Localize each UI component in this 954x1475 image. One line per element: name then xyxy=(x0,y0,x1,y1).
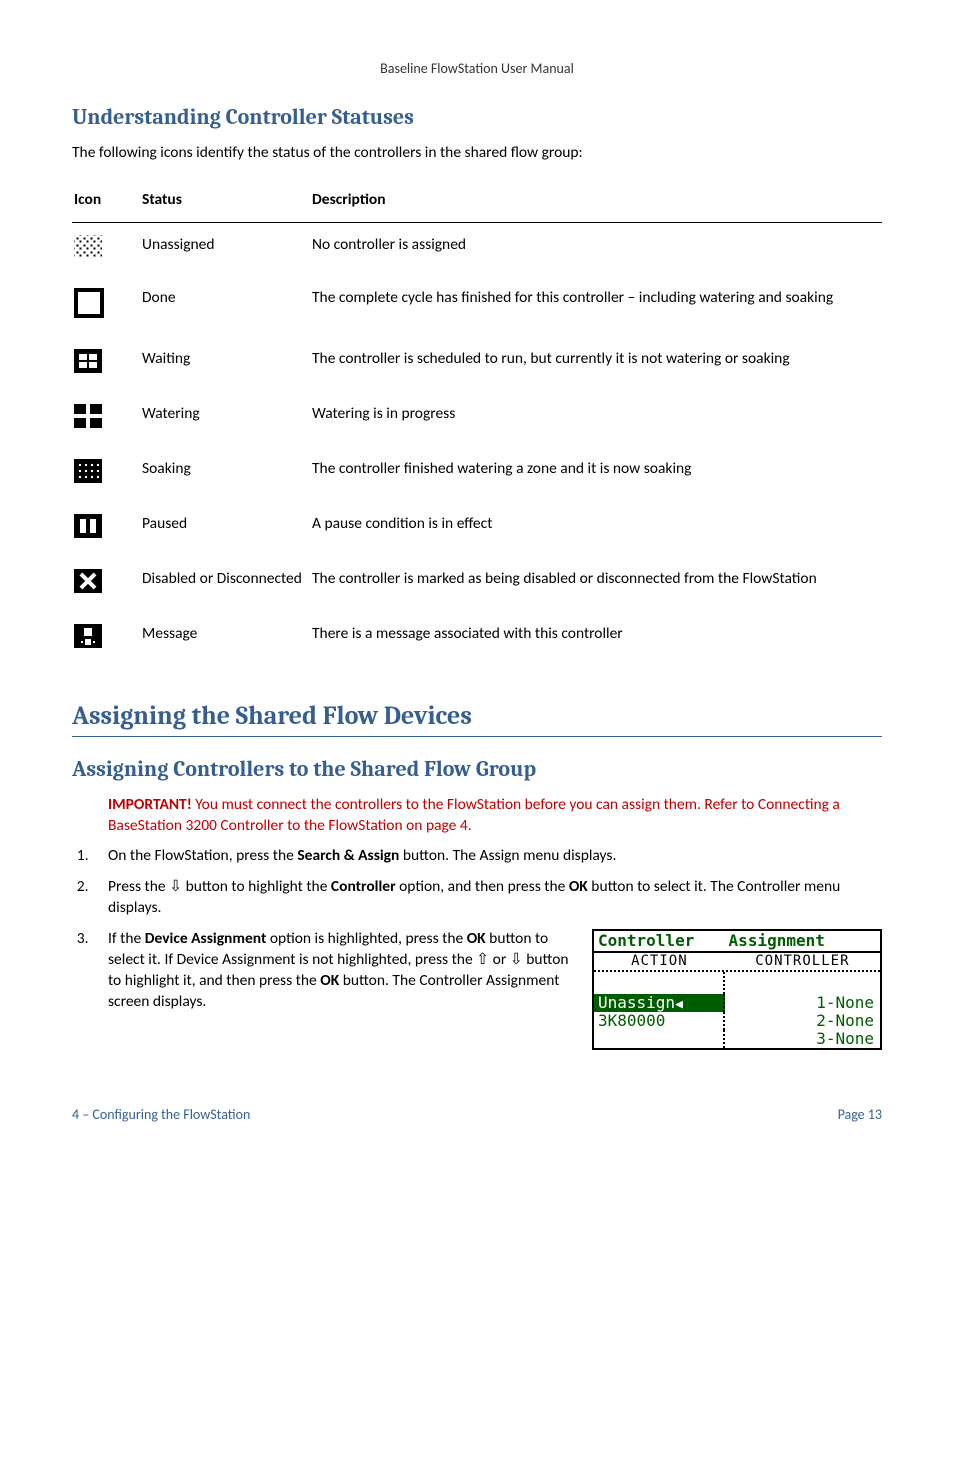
bold-text: OK xyxy=(569,877,588,896)
lcd-row-controller: 1-None xyxy=(725,994,880,1012)
running-header: Baseline FlowStation User Manual xyxy=(72,60,882,79)
step-text: On the FlowStation, press the xyxy=(108,846,297,865)
step-2: Press the button to highlight the Contro… xyxy=(92,877,882,919)
status-label: Done xyxy=(140,276,310,337)
watering-icon xyxy=(74,404,102,428)
status-desc: Watering is in progress xyxy=(310,392,882,447)
soaking-icon xyxy=(74,459,102,483)
disabled-icon xyxy=(74,569,102,593)
lcd-row-controller: 3-None xyxy=(725,1030,880,1048)
step-text: If the xyxy=(108,929,145,948)
lcd-title-right: Assignment xyxy=(727,931,880,951)
lcd-header-right: CONTROLLER xyxy=(725,953,880,970)
down-arrow-icon xyxy=(169,877,182,896)
table-row: Unassigned No controller is assigned xyxy=(72,223,882,276)
table-row: Watering Watering is in progress xyxy=(72,392,882,447)
step-text: button. The Assign menu displays. xyxy=(399,846,616,865)
status-desc: The controller is scheduled to run, but … xyxy=(310,337,882,392)
down-arrow-icon xyxy=(510,950,523,969)
heading-understanding-statuses: Understanding Controller Statuses xyxy=(72,103,882,133)
done-icon xyxy=(74,288,104,318)
status-desc: The controller is marked as being disabl… xyxy=(310,557,882,612)
lcd-row-action-selected: Unassign xyxy=(594,994,725,1012)
lcd-screenshot: Controller Assignment ACTION CONTROLLER … xyxy=(592,929,882,1049)
status-table: Icon Status Description Unassigned No co… xyxy=(72,180,882,667)
step-text: option is highlighted, press the xyxy=(266,929,466,948)
heading-assigning-devices: Assigning the Shared Flow Devices xyxy=(72,699,882,737)
step-text: Press the xyxy=(108,877,169,896)
bold-text: Search & Assign xyxy=(297,846,399,865)
status-label: Unassigned xyxy=(140,223,310,276)
status-desc: A pause condition is in effect xyxy=(310,502,882,557)
step-text: or xyxy=(489,950,510,969)
bold-text: Controller xyxy=(331,877,396,896)
lcd-title-left: Controller xyxy=(594,931,727,951)
status-label: Paused xyxy=(140,502,310,557)
th-description: Description xyxy=(310,180,882,223)
status-label: Disabled or Disconnected xyxy=(140,557,310,612)
lcd-header-left: ACTION xyxy=(594,953,725,970)
bold-text: OK xyxy=(467,929,486,948)
important-label: IMPORTANT! xyxy=(108,795,192,814)
table-row: Waiting The controller is scheduled to r… xyxy=(72,337,882,392)
waiting-icon xyxy=(74,349,102,373)
step-3: If the Device Assignment option is highl… xyxy=(92,929,882,1049)
step-text: option, and then press the xyxy=(396,877,569,896)
status-desc: There is a message associated with this … xyxy=(310,612,882,667)
table-row: Soaking The controller finished watering… xyxy=(72,447,882,502)
message-icon xyxy=(74,624,102,648)
table-row: Paused A pause condition is in effect xyxy=(72,502,882,557)
steps-list: On the FlowStation, press the Search & A… xyxy=(72,846,882,1049)
important-note: IMPORTANT! You must connect the controll… xyxy=(108,795,882,837)
intro-paragraph: The following icons identify the status … xyxy=(72,143,882,164)
bold-text: OK xyxy=(320,971,339,990)
status-label: Message xyxy=(140,612,310,667)
step-text: button to highlight the xyxy=(182,877,331,896)
important-text: You must connect the controllers to the … xyxy=(108,795,840,835)
selector-arrow-icon xyxy=(675,993,683,1012)
th-status: Status xyxy=(140,180,310,223)
table-row: Message There is a message associated wi… xyxy=(72,612,882,667)
status-desc: No controller is assigned xyxy=(310,223,882,276)
status-desc: The controller finished watering a zone … xyxy=(310,447,882,502)
status-desc: The complete cycle has finished for this… xyxy=(310,276,882,337)
step-1: On the FlowStation, press the Search & A… xyxy=(92,846,882,867)
footer-right: Page 13 xyxy=(838,1106,882,1125)
th-icon: Icon xyxy=(72,180,140,223)
bold-text: Device Assignment xyxy=(145,929,267,948)
footer-left: 4 – Configuring the FlowStation xyxy=(72,1106,250,1125)
unassigned-icon xyxy=(74,235,102,257)
status-label: Soaking xyxy=(140,447,310,502)
up-arrow-icon xyxy=(476,950,489,969)
page-footer: 4 – Configuring the FlowStation Page 13 xyxy=(72,1106,882,1125)
status-label: Watering xyxy=(140,392,310,447)
status-label: Waiting xyxy=(140,337,310,392)
table-row: Done The complete cycle has finished for… xyxy=(72,276,882,337)
lcd-row-action: 3K80000 xyxy=(594,1012,725,1030)
heading-assigning-controllers: Assigning Controllers to the Shared Flow… xyxy=(72,755,882,785)
lcd-row-controller: 2-None xyxy=(725,1012,880,1030)
table-row: Disabled or Disconnected The controller … xyxy=(72,557,882,612)
paused-icon xyxy=(74,514,102,538)
